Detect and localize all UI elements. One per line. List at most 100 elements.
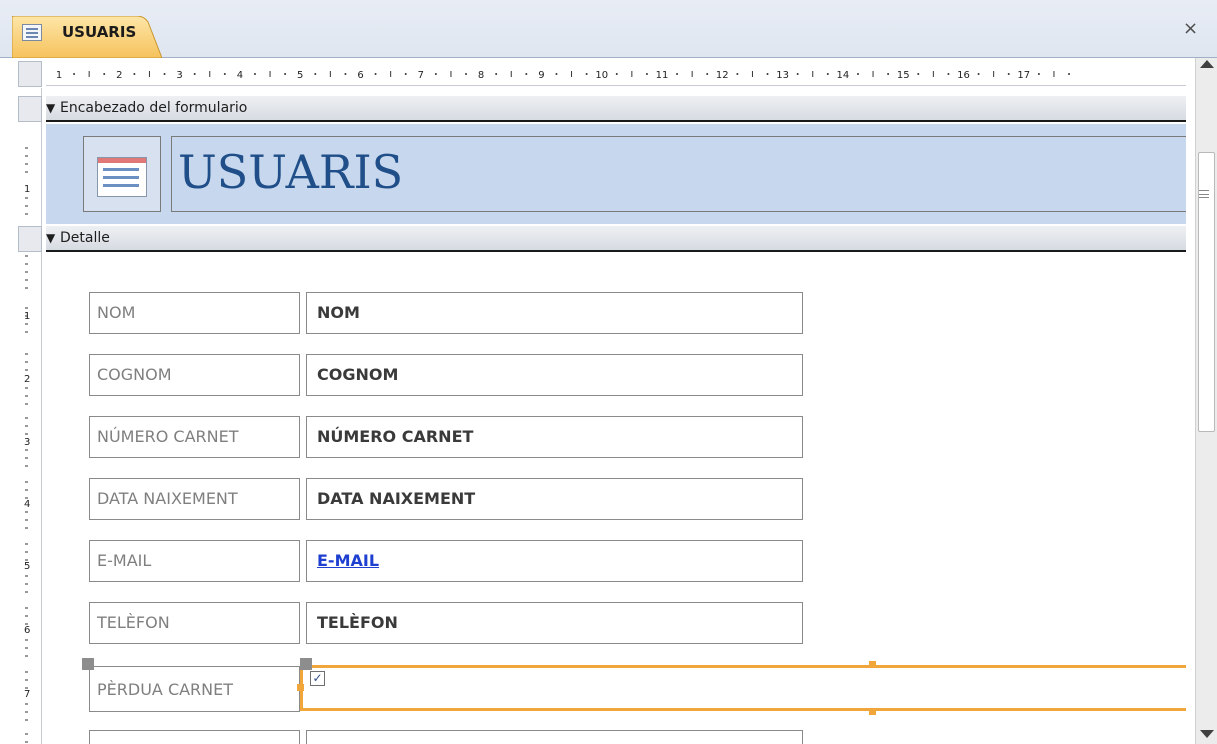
document-tab-bar: USUARIS × [0, 0, 1217, 58]
form-icon [22, 24, 42, 41]
ruler-number: 5 [24, 561, 30, 572]
ruler-dot [374, 73, 377, 75]
ruler-number: 16 [957, 70, 970, 81]
ruler-dot [645, 73, 648, 75]
label-email[interactable]: E-MAIL [89, 540, 300, 582]
textbox-cognom[interactable]: COGNOM [306, 354, 803, 396]
ruler-dot [1068, 73, 1071, 75]
resize-handle[interactable] [869, 661, 876, 668]
ruler-number: 7 [418, 70, 424, 81]
horizontal-ruler-marks: 1 2 3 4 5 6 7 8 9 10 11 12 13 14 15 16 17 [56, 70, 1071, 81]
label-nom[interactable]: NOM [89, 292, 300, 334]
ruler-number: 2 [116, 70, 122, 81]
textbox-barri[interactable]: BARRI [306, 730, 803, 744]
ruler-number: 6 [357, 70, 363, 81]
resize-handle[interactable] [297, 684, 304, 691]
form-design-window: USUARIS × 1234567891011121314151617 1123… [0, 0, 1217, 744]
ruler-number: 7 [24, 689, 30, 700]
ruler-number: 4 [237, 70, 243, 81]
ruler-dot [223, 73, 226, 75]
ruler-number: 3 [176, 70, 182, 81]
ruler-dot [163, 73, 166, 75]
collapse-arrow-icon: ▼ [46, 231, 56, 245]
scroll-grip-icon [1199, 190, 1209, 198]
vertical-scrollbar[interactable] [1195, 58, 1217, 744]
ruler-dot [495, 73, 498, 75]
move-handle[interactable] [300, 658, 312, 670]
section-label-detail: Detalle [60, 230, 110, 246]
horizontal-ruler[interactable]: 1 2 3 4 5 6 7 8 9 10 11 12 13 14 15 16 17 [46, 62, 1186, 86]
ruler-number: 1 [56, 70, 62, 81]
ruler-dot [796, 73, 799, 75]
ruler-number: 8 [478, 70, 484, 81]
ruler-number: 5 [297, 70, 303, 81]
ruler-number: 15 [897, 70, 910, 81]
vertical-ruler-marks: 11234567 [24, 147, 30, 743]
ruler-dot [133, 73, 136, 75]
ruler-dot [977, 73, 980, 75]
ruler-number: 13 [776, 70, 789, 81]
ruler-dot [1037, 73, 1040, 75]
ruler-dot [525, 73, 528, 75]
detail-section-selector[interactable] [18, 226, 42, 252]
ruler-dot [856, 73, 859, 75]
ruler-dot [434, 73, 437, 75]
form-title: USUARIS [178, 145, 404, 199]
header-section-selector[interactable] [18, 96, 42, 122]
ruler-dot [1007, 73, 1010, 75]
ruler-dot [555, 73, 558, 75]
section-label-header: Encabezado del formulario [60, 100, 248, 116]
checkbox-perdua-carnet[interactable]: ✓ [310, 671, 325, 686]
ruler-dot [917, 73, 920, 75]
form-logo-icon [97, 157, 147, 197]
textbox-nom[interactable]: NOM [306, 292, 803, 334]
section-band-detail[interactable]: ▼ Detalle [46, 226, 1186, 252]
document-tab-usuaris[interactable]: USUARIS [12, 16, 162, 58]
resize-handle[interactable] [869, 708, 876, 715]
ruler-dot [73, 73, 76, 75]
ruler-dot [615, 73, 618, 75]
form-header-area[interactable]: USUARIS [46, 124, 1186, 224]
label-cognom[interactable]: COGNOM [89, 354, 300, 396]
ruler-number: 17 [1017, 70, 1030, 81]
label-numero-carnet[interactable]: NÚMERO CARNET [89, 416, 300, 458]
label-perdua-carnet[interactable]: PÈRDUA CARNET [89, 666, 300, 712]
ruler-dot [314, 73, 317, 75]
ruler-number: 10 [595, 70, 608, 81]
textbox-telefon[interactable]: TELÈFON [306, 602, 803, 644]
selected-control-outline[interactable] [300, 665, 1186, 711]
ruler-dot [284, 73, 287, 75]
label-barri[interactable]: BARRI [89, 730, 300, 744]
ruler-dot [826, 73, 829, 75]
ruler-dot [344, 73, 347, 75]
ruler-number: 4 [24, 499, 30, 510]
close-icon[interactable]: × [1183, 18, 1198, 39]
ruler-number: 6 [24, 625, 30, 636]
label-telefon[interactable]: TELÈFON [89, 602, 300, 644]
textbox-numero-carnet[interactable]: NÚMERO CARNET [306, 416, 803, 458]
ruler-number: 1 [24, 184, 30, 195]
title-label-control[interactable]: USUARIS [171, 136, 1186, 212]
label-data-naixement[interactable]: DATA NAIXEMENT [89, 478, 300, 520]
ruler-dot [706, 73, 709, 75]
ruler-dot [585, 73, 588, 75]
ruler-dot [736, 73, 739, 75]
logo-control[interactable] [83, 136, 161, 212]
ruler-dot [193, 73, 196, 75]
ruler-number: 9 [538, 70, 544, 81]
hyperlink-email[interactable]: E-MAIL [306, 540, 803, 582]
tab-label: USUARIS [62, 23, 137, 41]
ruler-dot [887, 73, 890, 75]
scroll-down-arrow-icon[interactable] [1200, 730, 1214, 738]
ruler-dot [103, 73, 106, 75]
scroll-up-arrow-icon[interactable] [1200, 60, 1214, 68]
collapse-arrow-icon: ▼ [46, 101, 56, 115]
section-band-header[interactable]: ▼ Encabezado del formulario [46, 96, 1186, 122]
move-handle[interactable] [82, 658, 94, 670]
ruler-number: 2 [24, 374, 30, 385]
textbox-data-naixement[interactable]: DATA NAIXEMENT [306, 478, 803, 520]
ruler-number: 11 [656, 70, 669, 81]
ruler-dot [465, 73, 468, 75]
vertical-ruler[interactable]: 11234567 [18, 88, 42, 744]
ruler-corner-selector[interactable] [18, 61, 42, 87]
